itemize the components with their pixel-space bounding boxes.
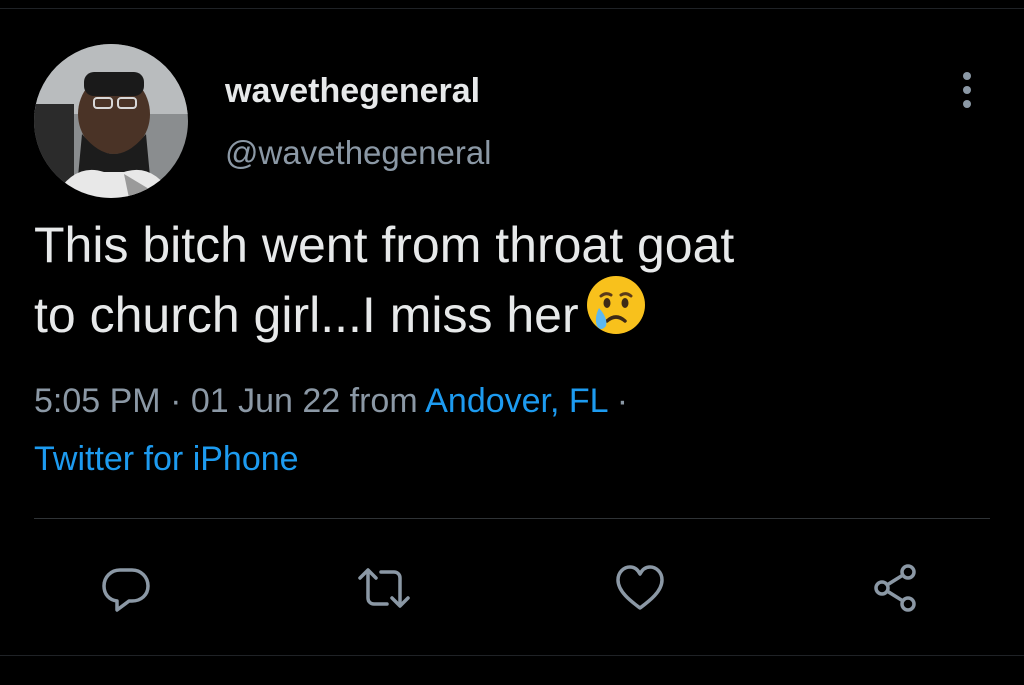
retweet-button[interactable] (354, 558, 414, 618)
tweet-date[interactable]: 01 Jun 22 (191, 382, 340, 420)
retweet-icon (358, 568, 410, 608)
meta-separator: · (160, 382, 191, 420)
user-handle[interactable]: @wavethegeneral (225, 134, 492, 172)
tweet-text-line-2: to church girl...I miss her (34, 275, 994, 354)
more-options-button[interactable] (950, 66, 984, 114)
tweet-time[interactable]: 5:05 PM (34, 382, 161, 420)
reply-icon (102, 568, 150, 612)
like-button[interactable] (610, 558, 670, 618)
meta-separator-2: · (607, 382, 629, 420)
avatar[interactable] (34, 44, 188, 198)
bottom-divider (0, 655, 1024, 656)
tweet-text-line-2-text: to church girl...I miss her (34, 287, 579, 343)
tweet-meta: 5:05 PM · 01 Jun 22 from Andover, FL · (34, 382, 628, 421)
actions-divider (34, 518, 990, 519)
share-icon (874, 564, 916, 612)
share-button[interactable] (866, 558, 926, 618)
display-name[interactable]: wavethegeneral (225, 72, 480, 111)
tweet-text-line-1: This bitch went from throat goat (34, 217, 735, 273)
location-link[interactable]: Andover, FL (425, 382, 607, 420)
source-link[interactable]: Twitter for iPhone (34, 440, 299, 478)
top-divider (0, 8, 1024, 9)
meta-from: from (340, 382, 426, 420)
heart-icon (616, 565, 664, 610)
crying-face-icon (585, 274, 647, 354)
tweet-text: This bitch went from throat goat to chur… (34, 210, 994, 354)
reply-button[interactable] (96, 558, 156, 618)
tweet-source-line: Twitter for iPhone (34, 440, 299, 479)
avatar-image (34, 44, 188, 198)
more-icon (963, 72, 971, 108)
